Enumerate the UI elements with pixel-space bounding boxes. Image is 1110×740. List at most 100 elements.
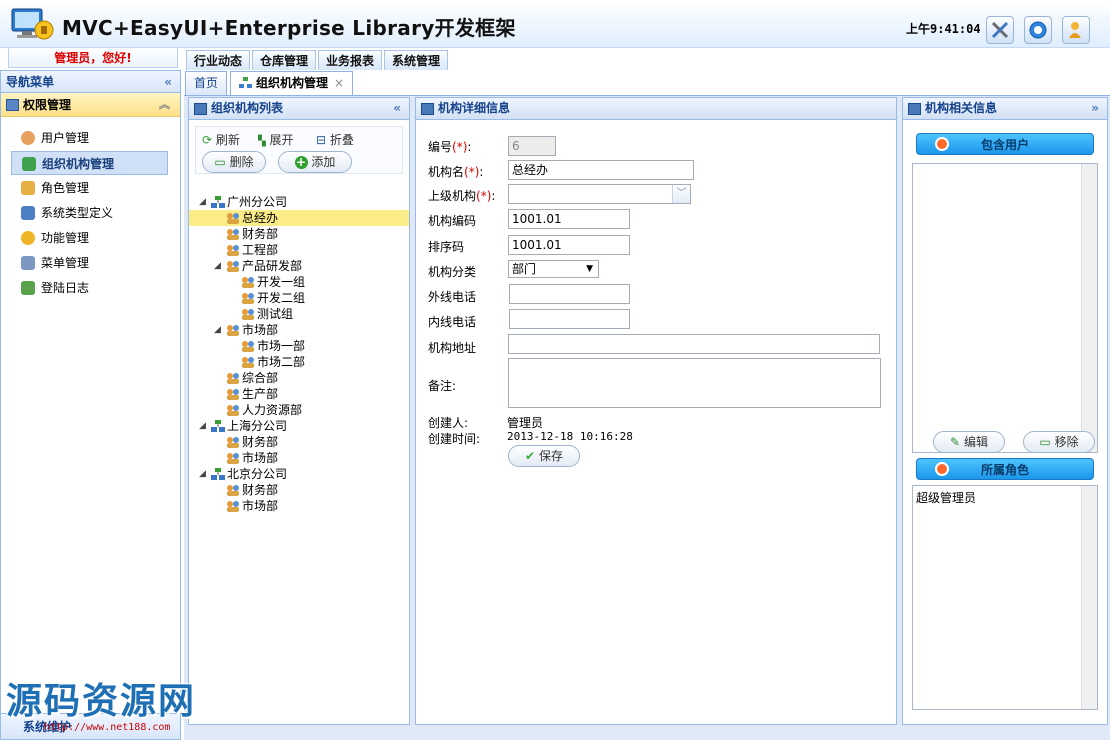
help-button[interactable] — [1024, 16, 1052, 44]
tree-node-company[interactable]: ◢ 广州分公司 — [189, 194, 409, 210]
tree-node-dept[interactable]: 综合部 — [189, 370, 409, 386]
refresh-button[interactable]: ⟳ 刷新 — [202, 130, 240, 150]
chevron-up-icon[interactable]: ︽ — [159, 93, 170, 117]
code-field[interactable]: 1001.01 — [508, 209, 630, 229]
tree-node-label: 上海分公司 — [227, 419, 288, 433]
tree-node-label: 财务部 — [242, 227, 279, 241]
tree-node-dept[interactable]: 市场部 — [189, 450, 409, 466]
tree-node-dept[interactable]: 开发二组 — [189, 290, 409, 306]
tree-node-dept[interactable]: ◢ 产品研发部 — [189, 258, 409, 274]
panel-icon — [421, 103, 434, 115]
roles-button[interactable]: 所属角色 — [916, 458, 1094, 480]
tree-node-label: 财务部 — [242, 483, 279, 497]
tree-node-label: 市场部 — [242, 499, 279, 513]
refresh-icon: ⟳ — [202, 133, 213, 147]
topmenu-industry[interactable]: 行业动态 — [186, 50, 251, 70]
scrollbar[interactable] — [1081, 164, 1097, 452]
circle-icon — [935, 137, 949, 151]
sidebar-item-functions[interactable]: 功能管理 — [11, 226, 168, 250]
tab-label: 首页 — [194, 76, 219, 90]
scrollbar[interactable] — [1081, 486, 1097, 709]
sidebar-item-roles[interactable]: 角色管理 — [11, 176, 168, 200]
tree-node-dept[interactable]: 财务部 — [189, 434, 409, 450]
chevron-down-icon: ▼ — [586, 264, 593, 274]
users-list[interactable] — [912, 163, 1098, 453]
sidebar-item-org[interactable]: 组织机构管理 — [11, 151, 168, 175]
tree-node-company[interactable]: ◢ 北京分公司 — [189, 466, 409, 482]
sidebar-item-label: 菜单管理 — [41, 256, 90, 270]
expand-arrow-icon[interactable]: ◢ — [199, 194, 206, 210]
user-icon — [21, 131, 35, 145]
department-icon — [227, 501, 239, 512]
tree-node-label: 工程部 — [242, 243, 279, 257]
expand-button[interactable]: ▚ 展开 — [258, 130, 294, 150]
tree-node-label: 人力资源部 — [242, 403, 303, 417]
tree-node-dept[interactable]: 人力资源部 — [189, 402, 409, 418]
logout-button[interactable] — [1062, 16, 1090, 44]
id-field: 6 — [508, 136, 556, 156]
department-icon — [227, 261, 239, 272]
name-field[interactable]: 总经办 — [508, 160, 694, 180]
tree-node-dept[interactable]: 市场一部 — [189, 338, 409, 354]
collapse-button[interactable]: ⊟ 折叠 — [316, 130, 354, 150]
tree-node-dept[interactable]: 工程部 — [189, 242, 409, 258]
collapse-right-icon[interactable]: » — [1091, 98, 1099, 119]
company-icon — [211, 468, 225, 480]
tree-node-dept[interactable]: 开发一组 — [189, 274, 409, 290]
button-label: 折叠 — [329, 133, 354, 147]
sidebar-item-users[interactable]: 用户管理 — [11, 126, 168, 150]
tree-node-company[interactable]: ◢ 上海分公司 — [189, 418, 409, 434]
expand-arrow-icon[interactable]: ◢ — [199, 466, 206, 482]
sidebar-item-login-log[interactable]: 登陆日志 — [11, 276, 168, 300]
topmenu-system[interactable]: 系统管理 — [384, 50, 449, 70]
tree-node-dept[interactable]: ◢ 市场部 — [189, 322, 409, 338]
roles-list[interactable]: 超级管理员 — [912, 485, 1098, 710]
department-icon — [242, 277, 254, 288]
remark-textarea[interactable] — [508, 358, 881, 408]
tree-node-dept[interactable]: 财务部 — [189, 482, 409, 498]
tree-node-dept[interactable]: 市场部 — [189, 498, 409, 514]
address-field[interactable] — [508, 334, 880, 354]
panel-title: 机构相关信息 — [925, 101, 998, 115]
close-icon[interactable]: × — [334, 76, 344, 90]
delete-button[interactable]: ▭ 删除 — [202, 151, 266, 173]
button-label: 删除 — [229, 155, 254, 169]
nav-list: 用户管理 组织机构管理 角色管理 系统类型定义 功能管理 菜单管理 登陆日志 — [1, 117, 180, 300]
panel-icon — [6, 99, 19, 111]
nav-group-permissions[interactable]: 权限管理 ︽ — [1, 93, 180, 117]
expand-arrow-icon[interactable]: ◢ — [214, 322, 221, 338]
expand-arrow-icon[interactable]: ◢ — [214, 258, 221, 274]
inner-phone-label: 内线电话 — [428, 315, 477, 329]
sidebar-item-menus[interactable]: 菜单管理 — [11, 251, 168, 275]
remark-label: 备注: — [428, 379, 457, 393]
expand-arrow-icon[interactable]: ◢ — [199, 418, 206, 434]
outer-phone-field[interactable] — [509, 284, 630, 304]
tree-node-label: 开发二组 — [257, 291, 306, 305]
edit-button[interactable]: ✎ 编辑 — [933, 431, 1005, 453]
tree-node-dept[interactable]: 生产部 — [189, 386, 409, 402]
collapse-left-icon[interactable]: « — [393, 98, 401, 119]
add-button[interactable]: + 添加 — [278, 151, 352, 173]
tree-node-dept[interactable]: 总经办 — [189, 210, 409, 226]
topmenu-warehouse[interactable]: 仓库管理 — [252, 50, 317, 70]
remove-button[interactable]: ▭ 移除 — [1023, 431, 1095, 453]
tree-node-dept[interactable]: 财务部 — [189, 226, 409, 242]
category-select[interactable]: 部门 ▼ — [508, 260, 599, 278]
chevron-down-icon[interactable]: ﹀ — [672, 185, 690, 203]
parent-combobox[interactable]: ﹀ — [508, 184, 691, 204]
tree-node-dept[interactable]: 测试组 — [189, 306, 409, 322]
contained-users-button[interactable]: 包含用户 — [916, 133, 1094, 155]
tree-node-dept[interactable]: 市场二部 — [189, 354, 409, 370]
list-item[interactable]: 超级管理员 — [913, 486, 1097, 509]
sort-field[interactable]: 1001.01 — [508, 235, 630, 255]
inner-phone-field[interactable] — [509, 309, 630, 329]
save-button[interactable]: ✔ 保存 — [508, 445, 580, 467]
tree-node-label: 测试组 — [257, 307, 294, 321]
tab-org-management[interactable]: 组织机构管理 × — [230, 71, 354, 95]
sidebar-item-system-types[interactable]: 系统类型定义 — [11, 201, 168, 225]
settings-button[interactable] — [986, 16, 1014, 44]
collapse-left-icon[interactable]: « — [164, 71, 172, 93]
topmenu-reports[interactable]: 业务报表 — [318, 50, 383, 70]
tree-node-label: 广州分公司 — [227, 195, 288, 209]
tab-home[interactable]: 首页 — [185, 71, 228, 95]
